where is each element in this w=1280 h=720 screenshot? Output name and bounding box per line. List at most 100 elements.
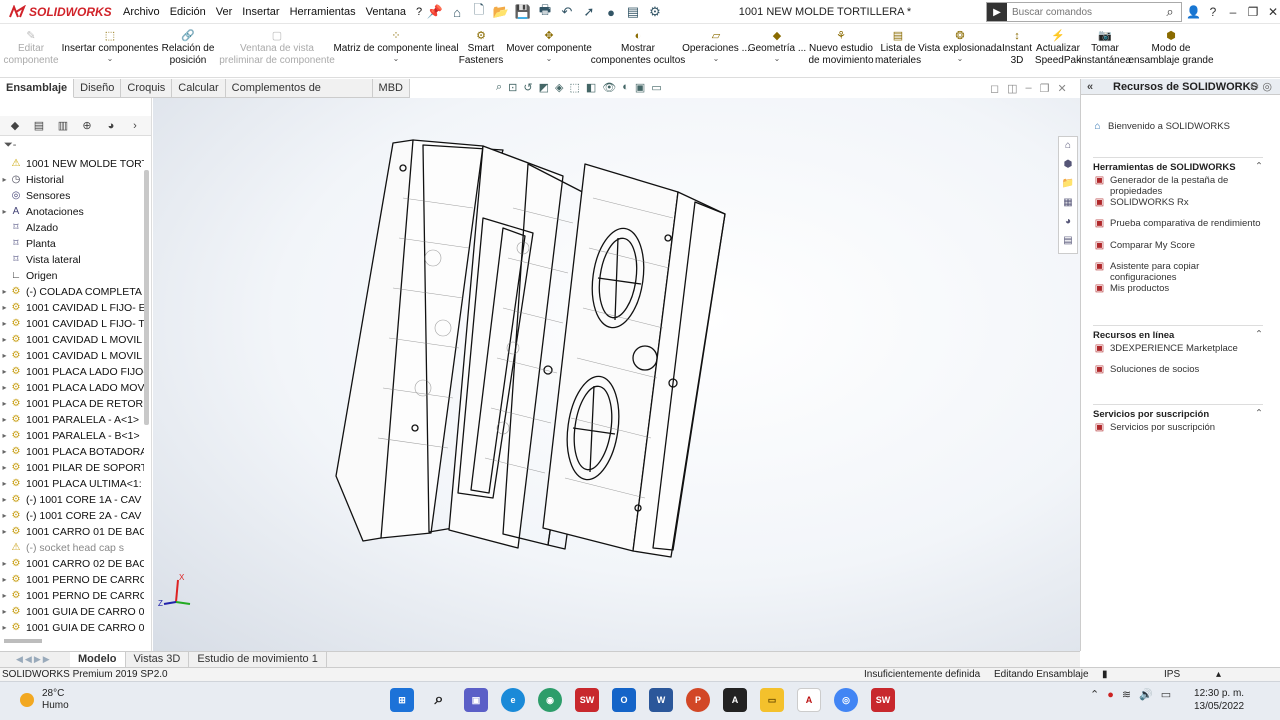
tile-icon[interactable]: ◻ (990, 82, 999, 95)
tab-0[interactable]: Ensamblaje (0, 79, 75, 98)
exploded-view-button[interactable]: ❂ Vista explosionada ⌄ (918, 24, 1002, 78)
search-input[interactable] (1007, 6, 1159, 18)
solidworks-2019-icon[interactable]: SW (575, 688, 599, 712)
motion-study-button[interactable]: ⚘ Nuevo estudio de movimiento (806, 24, 876, 78)
tree-item[interactable]: ▸ ⚙ 1001 PILAR DE SOPORTI (0, 460, 144, 476)
smart-fasteners-button[interactable]: ⚙ Smart Fasteners (456, 24, 506, 78)
tree-item[interactable]: ∟ Origen (0, 268, 144, 284)
property-manager-tab-icon[interactable]: ▤ (30, 118, 48, 134)
edge-icon[interactable]: e (501, 688, 525, 712)
tree-item[interactable]: ⌑ Planta (0, 236, 144, 252)
tree-item[interactable]: ⚠ (-) socket head cap s (0, 540, 144, 556)
expand-arrow-icon[interactable]: ▸ (0, 444, 9, 460)
user-icon[interactable]: 👤 (1186, 5, 1201, 19)
expand-arrow-icon[interactable]: ▸ (0, 556, 9, 572)
task-pane-link[interactable]: ▣ Generador de la pestaña de propiedades (1093, 175, 1263, 197)
tree-item[interactable]: ▸ ⚙ 1001 PLACA LADO FIJO- (0, 364, 144, 380)
tree-item[interactable]: ▸ ⚙ 1001 PERNO DE CARRO (0, 572, 144, 588)
appearances-icon[interactable]: ◕ (1065, 216, 1071, 231)
tab-5[interactable]: MBD (372, 79, 410, 98)
task-pane-link[interactable]: ▣ Servicios por suscripción (1093, 422, 1263, 434)
expand-arrow-icon[interactable]: ▸ (0, 332, 9, 348)
chevron-up-icon[interactable]: ⌃ (1255, 161, 1263, 172)
word-icon[interactable]: W (649, 688, 673, 712)
show-hidden-button[interactable]: ◐ Mostrar componentes ocultos (591, 24, 686, 78)
tree-item[interactable]: ▸ ⚙ 1001 CAVIDAD L FIJO- T (0, 316, 144, 332)
weather-widget[interactable]: 28°C Humo (20, 688, 69, 712)
powerpoint-icon[interactable]: P (686, 688, 710, 712)
welcome-link[interactable]: ⌂ Bienvenido a SOLIDWORKS (1091, 121, 1230, 133)
mate-button[interactable]: 🔗 Relación de posición (158, 24, 218, 78)
display-manager-tab-icon[interactable]: ◕ (102, 118, 120, 134)
tree-item[interactable]: ▸ ⚙ 1001 PLACA ULTIMA<1: (0, 476, 144, 492)
task-pane-link[interactable]: ▣ Comparar My Score (1093, 240, 1263, 252)
minimize-icon[interactable]: – (1226, 5, 1240, 19)
tree-item[interactable]: ▸ ⚙ 1001 CAVIDAD L FIJO- E (0, 300, 144, 316)
chevron-up-icon[interactable]: ⌃ (1255, 408, 1263, 419)
menu-5[interactable]: Ventana (361, 0, 411, 24)
collapse-pane-icon[interactable]: « (1087, 79, 1093, 95)
traffic-light-icon[interactable]: ● (602, 3, 620, 21)
design-library-icon[interactable]: ⬢ (1064, 159, 1073, 174)
battery-icon[interactable]: ▭ (1161, 688, 1171, 701)
tree-item[interactable]: ▸ ⚙ (-) 1001 CORE 1A - CAV (0, 492, 144, 508)
tree-item[interactable]: ⌑ Alzado (0, 220, 144, 236)
restore-icon[interactable]: ❐ (1246, 5, 1260, 19)
tree-item[interactable]: ⌑ Vista lateral (0, 252, 144, 268)
dropdown-arrow-icon[interactable]: ⌄ (957, 55, 964, 63)
task-pane-section-header[interactable]: Servicios por suscripción ⌃ (1093, 404, 1263, 420)
file-properties-icon[interactable]: ▤ (624, 3, 642, 21)
chevron-up-icon[interactable]: ⌃ (1090, 688, 1099, 701)
close-doc-icon[interactable]: ✕ (1058, 82, 1067, 95)
bottom-tab-1[interactable]: Vistas 3D (126, 652, 190, 667)
expand-arrow-icon[interactable]: ▸ (0, 492, 9, 508)
menu-0[interactable]: Archivo (118, 0, 165, 24)
tab-scroll-arrows[interactable]: ◀◀▶▶ (0, 652, 70, 667)
undo-icon[interactable]: ↶ (558, 3, 576, 21)
new-document-icon[interactable]: 🗋 (470, 2, 488, 21)
solidworks-active-icon[interactable]: SW (871, 688, 895, 712)
task-pane-section-header[interactable]: Recursos en línea ⌃ (1093, 325, 1263, 341)
appearance-icon[interactable]: ◐ (622, 81, 629, 97)
task-pane-link[interactable]: ▣ 3DEXPERIENCE Marketplace (1093, 343, 1263, 355)
expand-arrow-icon[interactable]: ▸ (0, 588, 9, 604)
expand-arrow-icon[interactable]: ▸ (0, 204, 9, 220)
expand-arrow-icon[interactable]: ▸ (0, 476, 9, 492)
menu-1[interactable]: Edición (165, 0, 211, 24)
tree-item[interactable]: ▸ ⚙ 1001 PARALELA - A<1> (0, 412, 144, 428)
open-icon[interactable]: 📂 (492, 3, 510, 21)
expand-arrow-icon[interactable]: ▸ (0, 172, 9, 188)
view-settings-icon[interactable]: ▭ (651, 81, 661, 97)
features-button[interactable]: ▱ Operaciones ... ⌄ (682, 24, 750, 78)
expand-arrow-icon[interactable]: ▸ (0, 300, 9, 316)
tree-root-assembly[interactable]: ⚠ 1001 NEW MOLDE TORTILLERA (0, 156, 144, 172)
bottom-tab-0[interactable]: Modelo (70, 652, 126, 667)
view-palette-icon[interactable]: ▦ (1063, 197, 1072, 212)
dropdown-arrow-icon[interactable]: ⌄ (713, 55, 720, 63)
unit-system[interactable]: IPS (1164, 668, 1180, 681)
expand-arrow-icon[interactable]: ▸ (0, 396, 9, 412)
expand-arrow-icon[interactable]: ▸ (0, 604, 9, 620)
task-pane-link[interactable]: ▣ Prueba comparativa de rendimiento (1093, 218, 1263, 230)
tree-item[interactable]: ▸ ⚙ 1001 CAVIDAD L MOVIL (0, 348, 144, 364)
options-gear-icon[interactable]: ⚙ (646, 3, 664, 21)
view-orientation-icon[interactable]: ⬚ (569, 81, 579, 97)
start-icon[interactable]: ⊞ (390, 688, 414, 712)
split-icon[interactable]: ◫ (1007, 82, 1017, 95)
pin-icon[interactable]: 📌 (426, 3, 444, 21)
custom-properties-icon[interactable]: ▤ (1063, 235, 1072, 250)
print-icon[interactable]: 🖶 (536, 2, 554, 21)
speedpak-button[interactable]: ⚡ Actualizar SpeedPak (1034, 24, 1082, 78)
menu-2[interactable]: Ver (211, 0, 238, 24)
large-assembly-button[interactable]: ⬢ Modo de ensamblaje grande (1128, 24, 1214, 78)
search-icon[interactable]: ⌕ (1159, 4, 1181, 20)
tree-item[interactable]: ▸ ◷ Historial (0, 172, 144, 188)
file-explorer-icon[interactable]: 📁 (1062, 178, 1074, 193)
tree-item[interactable]: ▸ ⚙ 1001 PLACA DE RETORN (0, 396, 144, 412)
expand-arrow-icon[interactable]: ▸ (0, 316, 9, 332)
tree-item[interactable]: ▸ ⚙ 1001 PERNO DE CARRO (0, 588, 144, 604)
expand-arrow-icon[interactable]: ▸ (0, 364, 9, 380)
menu-6[interactable]: ? (411, 0, 427, 24)
tree-item[interactable]: ▸ ⚙ 1001 GUIA DE CARRO 0 (0, 604, 144, 620)
linear-pattern-button[interactable]: ⁘ Matriz de componente lineal ⌄ (333, 24, 458, 78)
